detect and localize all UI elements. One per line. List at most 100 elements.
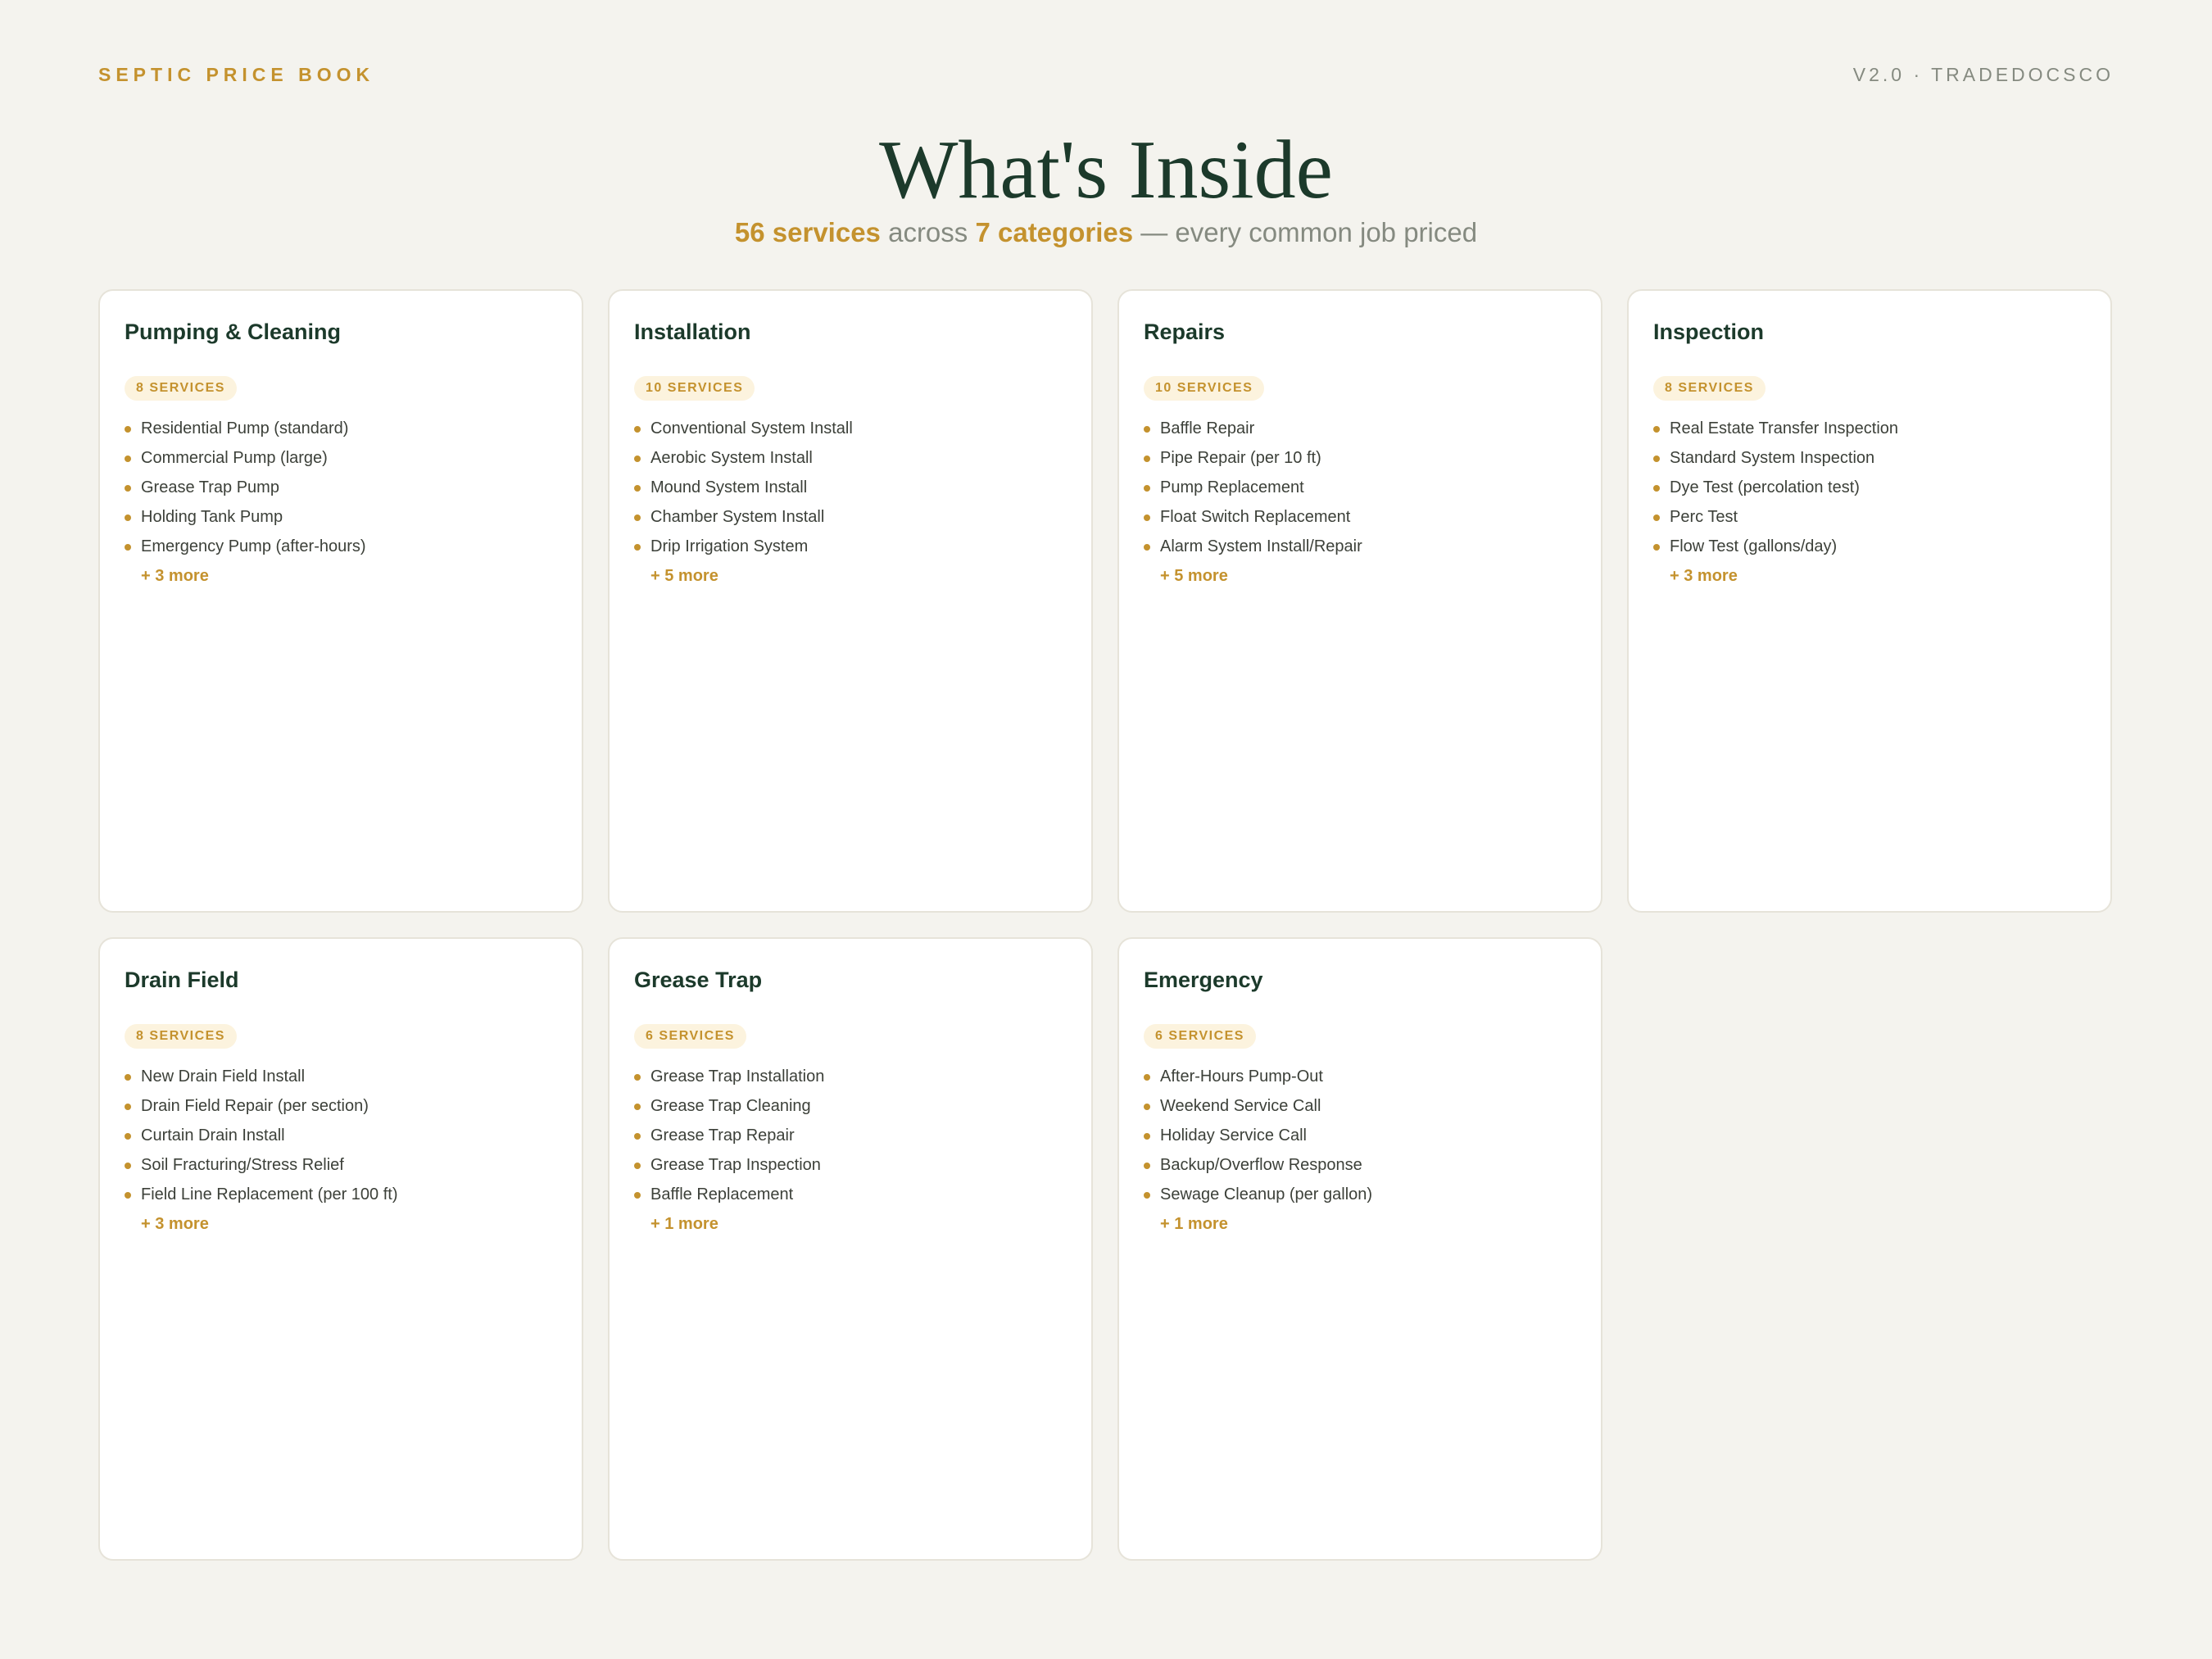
service-item: Pipe Repair (per 10 ft): [1144, 443, 1576, 473]
category-title: Grease Trap: [634, 968, 763, 992]
bullet-dot-icon: [1653, 544, 1660, 551]
bullet-dot-icon: [125, 1192, 131, 1199]
service-item: Backup/Overflow Response: [1144, 1150, 1576, 1180]
category-title: Inspection: [1653, 320, 1765, 344]
service-item: Weekend Service Call: [1144, 1091, 1576, 1121]
service-item: Conventional System Install: [634, 414, 1067, 443]
service-item: Soil Fracturing/Stress Relief: [125, 1150, 557, 1180]
service-label: Backup/Overflow Response: [1160, 1156, 1362, 1174]
service-item: Dye Test (percolation test): [1653, 473, 2086, 502]
service-item: Grease Trap Installation: [634, 1062, 1067, 1091]
service-count-badge: 8 SERVICES: [125, 376, 237, 401]
service-label: Mound System Install: [650, 478, 808, 496]
header-bar: SEPTIC PRICE BOOK V2.0 · TRADEDOCSCO: [98, 64, 2114, 86]
bullet-dot-icon: [1144, 1074, 1150, 1081]
service-label: Emergency Pump (after-hours): [141, 537, 366, 555]
service-item: Pump Replacement: [1144, 473, 1576, 502]
category-grid: Pumping & Cleaning 8 SERVICES Residentia…: [98, 289, 2114, 1561]
service-label: Standard System Inspection: [1670, 449, 1875, 467]
service-count-badge: 6 SERVICES: [1144, 1024, 1256, 1049]
service-item: Commercial Pump (large): [125, 443, 557, 473]
service-label: Holding Tank Pump: [141, 508, 283, 526]
service-label: New Drain Field Install: [141, 1067, 306, 1086]
service-label: Baffle Repair: [1160, 419, 1255, 437]
service-count-badge: 10 SERVICES: [1144, 376, 1265, 401]
service-item: Grease Trap Cleaning: [634, 1091, 1067, 1121]
service-item: Float Switch Replacement: [1144, 502, 1576, 532]
bullet-dot-icon: [125, 1074, 131, 1081]
category-card-grease-trap: Grease Trap 6 SERVICES Grease Trap Insta…: [608, 937, 1093, 1561]
bullet-dot-icon: [634, 1192, 641, 1199]
service-item: Mound System Install: [634, 473, 1067, 502]
bullet-dot-icon: [1144, 1163, 1150, 1169]
service-label: Grease Trap Pump: [141, 478, 279, 496]
category-card-repairs: Repairs 10 SERVICES Baffle Repair Pipe R…: [1117, 289, 1602, 913]
bullet-dot-icon: [125, 514, 131, 521]
service-item: Standard System Inspection: [1653, 443, 2086, 473]
service-count-badge: 8 SERVICES: [1653, 376, 1766, 401]
services-count: 56 services: [734, 217, 881, 247]
subtitle-across: across: [880, 217, 976, 247]
bullet-dot-icon: [634, 485, 641, 492]
service-list: Baffle Repair Pipe Repair (per 10 ft) Pu…: [1144, 414, 1576, 561]
category-title: Pumping & Cleaning: [125, 320, 342, 344]
bullet-dot-icon: [125, 1163, 131, 1169]
bullet-dot-icon: [634, 544, 641, 551]
service-label: Grease Trap Cleaning: [650, 1097, 811, 1115]
more-services-label: + 5 more: [650, 567, 718, 585]
category-card-emergency: Emergency 6 SERVICES After-Hours Pump-Ou…: [1117, 937, 1602, 1561]
service-list: Residential Pump (standard) Commercial P…: [125, 414, 557, 561]
bullet-dot-icon: [634, 1163, 641, 1169]
service-list: After-Hours Pump-Out Weekend Service Cal…: [1144, 1062, 1576, 1209]
bullet-dot-icon: [125, 485, 131, 492]
bullet-dot-icon: [1144, 456, 1150, 462]
brand-title: SEPTIC PRICE BOOK: [98, 64, 375, 85]
service-label: Curtain Drain Install: [141, 1126, 285, 1145]
service-label: Dye Test (percolation test): [1670, 478, 1860, 496]
service-item: Grease Trap Repair: [634, 1121, 1067, 1150]
more-services-label: + 3 more: [1670, 567, 1738, 585]
service-item: Drain Field Repair (per section): [125, 1091, 557, 1121]
more-services-label: + 5 more: [1160, 567, 1228, 585]
more-services-label: + 3 more: [141, 567, 209, 585]
service-count-badge: 10 SERVICES: [634, 376, 755, 401]
service-item: Grease Trap Pump: [125, 473, 557, 502]
bullet-dot-icon: [634, 456, 641, 462]
category-title: Repairs: [1144, 320, 1226, 344]
service-label: Baffle Replacement: [650, 1185, 794, 1203]
category-title: Drain Field: [125, 968, 239, 992]
service-label: Drain Field Repair (per section): [141, 1097, 369, 1115]
version-label: V2.0 · TRADEDOCSCO: [1852, 64, 2114, 85]
bullet-dot-icon: [634, 426, 641, 433]
service-label: Grease Trap Inspection: [650, 1156, 821, 1174]
bullet-dot-icon: [125, 1104, 131, 1110]
subtitle-rest: — every common job priced: [1133, 217, 1478, 247]
service-item: Holiday Service Call: [1144, 1121, 1576, 1150]
category-title: Installation: [634, 320, 751, 344]
service-label: Float Switch Replacement: [1160, 508, 1351, 526]
service-item: Baffle Replacement: [634, 1180, 1067, 1209]
service-item: After-Hours Pump-Out: [1144, 1062, 1576, 1091]
bullet-dot-icon: [1144, 485, 1150, 492]
service-label: Drip Irrigation System: [650, 537, 809, 555]
service-label: Grease Trap Installation: [650, 1067, 825, 1086]
service-item: Real Estate Transfer Inspection: [1653, 414, 2086, 443]
service-item: Field Line Replacement (per 100 ft): [125, 1180, 557, 1209]
bullet-dot-icon: [125, 426, 131, 433]
page-subtitle: 56 services across 7 categories — every …: [0, 216, 2212, 249]
service-item: Baffle Repair: [1144, 414, 1576, 443]
service-label: Real Estate Transfer Inspection: [1670, 419, 1899, 437]
categories-count: 7 categories: [975, 217, 1134, 247]
category-title: Emergency: [1144, 968, 1263, 992]
bullet-dot-icon: [125, 1133, 131, 1140]
more-services-label: + 1 more: [1160, 1215, 1228, 1233]
service-item: Flow Test (gallons/day): [1653, 532, 2086, 561]
bullet-dot-icon: [1144, 1192, 1150, 1199]
service-label: Field Line Replacement (per 100 ft): [141, 1185, 398, 1203]
service-item: Perc Test: [1653, 502, 2086, 532]
service-list: Real Estate Transfer Inspection Standard…: [1653, 414, 2086, 561]
category-card-installation: Installation 10 SERVICES Conventional Sy…: [608, 289, 1093, 913]
bullet-dot-icon: [1144, 1133, 1150, 1140]
bullet-dot-icon: [125, 456, 131, 462]
page-title: What's Inside: [879, 124, 1333, 216]
